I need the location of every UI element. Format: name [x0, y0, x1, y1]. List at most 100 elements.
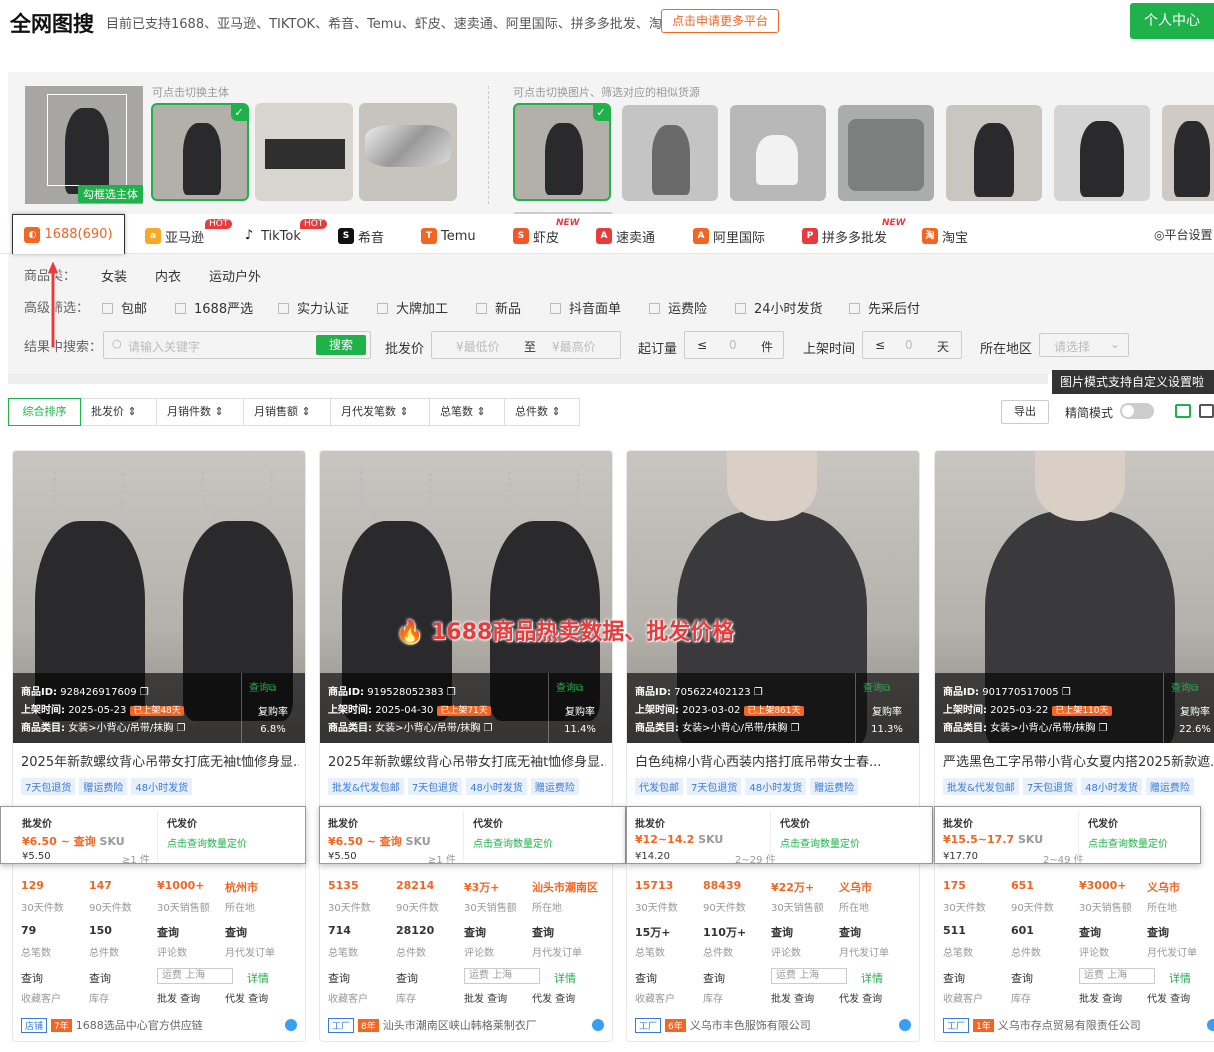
sort-total-pieces[interactable]: 总件数 ⇕	[505, 398, 580, 426]
sort-monthly-revenue[interactable]: 月销售额 ⇕	[244, 398, 331, 426]
tab-temu[interactable]: TTemu	[421, 226, 476, 246]
tab-amazon[interactable]: a亚马逊	[145, 226, 204, 246]
shop-info[interactable]: 工厂1年义乌市存点贸易有限责任公司	[943, 1017, 1141, 1033]
query-link[interactable]: 查询⧉	[863, 679, 890, 694]
stock-query[interactable]: 查询	[89, 970, 111, 986]
metric-value[interactable]: 查询	[771, 924, 793, 940]
sort-monthly-dropship[interactable]: 月代发笔数 ⇕	[331, 398, 430, 426]
price-range-input[interactable]: ¥最低价 至 ¥最高价	[431, 331, 621, 359]
sort-monthly-pieces[interactable]: 月销件数 ⇕	[157, 398, 244, 426]
tab-tiktok[interactable]: ♪TikTok	[241, 226, 301, 246]
shop-name[interactable]: 汕头市潮南区峡山韩格莱制衣厂	[383, 1017, 537, 1033]
wholesale-query[interactable]: 批发 查询	[464, 990, 507, 1005]
shop-name[interactable]: 1688选品中心官方供应链	[76, 1017, 203, 1033]
apply-more-platforms-button[interactable]: 点击申请更多平台	[661, 9, 779, 33]
product-card[interactable]: 商品ID: 901770517005 ❐ 上架时间: 2025-03-22已上架…	[934, 450, 1214, 1042]
tab-alibaba[interactable]: A阿里国际	[693, 226, 765, 246]
shop-info[interactable]: 工厂8年汕头市潮南区峡山韩格莱制衣厂	[328, 1017, 537, 1033]
metric-value[interactable]: 查询	[464, 924, 486, 940]
sort-total-orders[interactable]: 总笔数 ⇕	[430, 398, 505, 426]
search-button[interactable]: 搜索	[316, 335, 366, 355]
dropship-price-link[interactable]: 点击查询数量定价	[167, 835, 247, 850]
copy-icon[interactable]: ❐	[140, 687, 149, 698]
stock-query[interactable]: 查询	[396, 970, 418, 986]
checkbox[interactable]	[377, 303, 388, 314]
region-select[interactable]: 请选择 ⌄	[1039, 333, 1129, 357]
dropship-query[interactable]: 代发 查询	[532, 990, 575, 1005]
chat-icon[interactable]	[1207, 1019, 1214, 1031]
similar-thumb-2[interactable]	[622, 105, 718, 201]
list-view-icon[interactable]	[1199, 404, 1214, 418]
metric-value[interactable]: 查询	[1079, 924, 1101, 940]
checkbox[interactable]	[550, 303, 561, 314]
stock-query[interactable]: 查询	[703, 970, 725, 986]
checkbox[interactable]	[175, 303, 186, 314]
tab-taobao[interactable]: 淘淘宝	[922, 226, 968, 246]
checkbox[interactable]	[849, 303, 860, 314]
chat-icon[interactable]	[285, 1019, 297, 1031]
similar-thumb-7[interactable]	[1162, 105, 1214, 201]
category-sports[interactable]: 运动户外	[209, 266, 261, 285]
checkbox[interactable]	[735, 303, 746, 314]
wholesale-query[interactable]: 批发 查询	[771, 990, 814, 1005]
shop-name[interactable]: 义乌市存点贸易有限责任公司	[998, 1017, 1141, 1033]
platform-settings-button[interactable]: ◎平台设置	[1154, 226, 1213, 243]
query-link[interactable]: 查询⧉	[249, 679, 276, 694]
tab-1688[interactable]: ◐ 1688(690)	[12, 214, 125, 254]
metric-value[interactable]: 查询	[225, 924, 247, 940]
category-underwear[interactable]: 内衣	[155, 266, 181, 285]
tab-aliexpress[interactable]: A速卖通	[596, 226, 655, 246]
product-image[interactable]: 商品ID: 928426917609 ❐ 上架时间: 2025-05-23已上架…	[13, 451, 305, 743]
dropship-price-link[interactable]: 点击查询数量定价	[1088, 835, 1168, 850]
simple-mode-toggle[interactable]	[1120, 403, 1154, 419]
detail-link[interactable]: 详情	[554, 970, 576, 986]
shipping-input[interactable]: 运费 上海	[771, 968, 847, 984]
subject-thumb-1[interactable]: ✓	[151, 103, 249, 201]
category-women[interactable]: 女装	[101, 266, 127, 285]
copy-icon[interactable]: ❐	[484, 723, 493, 734]
select-subject-tag[interactable]: 勾框选主体	[78, 185, 143, 203]
copy-icon[interactable]: ❐	[177, 723, 186, 734]
chat-icon[interactable]	[592, 1019, 604, 1031]
result-search-input[interactable]: ○ 请输入关键字 搜索	[103, 331, 371, 359]
product-card[interactable]: 商品ID: 928426917609 ❐ 上架时间: 2025-05-23已上架…	[12, 450, 306, 1042]
sort-wholesale[interactable]: 批发价 ⇕	[81, 398, 157, 426]
product-title[interactable]: 2025年新款螺纹背心吊带女打底无袖t恤修身显...	[328, 751, 606, 770]
shop-info[interactable]: 工厂6年义乌市丰色服饰有限公司	[635, 1017, 811, 1033]
sort-default[interactable]: 综合排序	[8, 398, 81, 426]
wholesale-query[interactable]: 批发 查询	[1079, 990, 1122, 1005]
detail-link[interactable]: 详情	[861, 970, 883, 986]
detail-link[interactable]: 详情	[247, 970, 269, 986]
filter-1688-select[interactable]: 1688严选	[175, 298, 253, 317]
moq-input[interactable]: ≤ 0 件	[684, 331, 784, 359]
product-card[interactable]: 商品ID: 705622402123 ❐ 上架时间: 2023-03-02已上架…	[626, 450, 920, 1042]
similar-thumb-4[interactable]	[838, 105, 934, 201]
product-image[interactable]: 商品ID: 901770517005 ❐ 上架时间: 2025-03-22已上架…	[935, 451, 1214, 743]
filter-shipping-insurance[interactable]: 运费险	[649, 298, 707, 317]
wholesale-query[interactable]: 批发 查询	[157, 990, 200, 1005]
shipping-input[interactable]: 运费 上海	[1079, 968, 1155, 984]
dropship-query[interactable]: 代发 查询	[1147, 990, 1190, 1005]
filter-pay-later[interactable]: 先采后付	[849, 298, 920, 317]
checkbox[interactable]	[102, 303, 113, 314]
filter-certified[interactable]: 实力认证	[278, 298, 349, 317]
product-title[interactable]: 白色纯棉小背心西装内搭打底吊带女士春...	[635, 751, 913, 770]
fav-query[interactable]: 查询	[635, 970, 657, 986]
filter-new[interactable]: 新品	[476, 298, 521, 317]
dropship-price-link[interactable]: 点击查询数量定价	[780, 835, 860, 850]
image-view-icon[interactable]	[1175, 404, 1191, 418]
fav-query[interactable]: 查询	[328, 970, 350, 986]
fav-query[interactable]: 查询	[943, 970, 965, 986]
user-center-button[interactable]: 个人中心	[1130, 3, 1214, 39]
checkbox[interactable]	[476, 303, 487, 314]
subject-thumb-3[interactable]	[359, 103, 457, 201]
fav-query[interactable]: 查询	[21, 970, 43, 986]
product-card[interactable]: 商品ID: 919528052383 ❐ 上架时间: 2025-04-30已上架…	[319, 450, 613, 1042]
subject-thumb-2[interactable]	[255, 103, 353, 201]
shop-name[interactable]: 义乌市丰色服饰有限公司	[690, 1017, 811, 1033]
copy-icon[interactable]: ❐	[754, 687, 763, 698]
product-title[interactable]: 2025年新款螺纹背心吊带女打底无袖t恤修身显...	[21, 751, 299, 770]
metric-value[interactable]: 查询	[532, 924, 554, 940]
tab-shopee[interactable]: S虾皮	[513, 226, 559, 246]
query-link[interactable]: 查询⧉	[556, 679, 583, 694]
